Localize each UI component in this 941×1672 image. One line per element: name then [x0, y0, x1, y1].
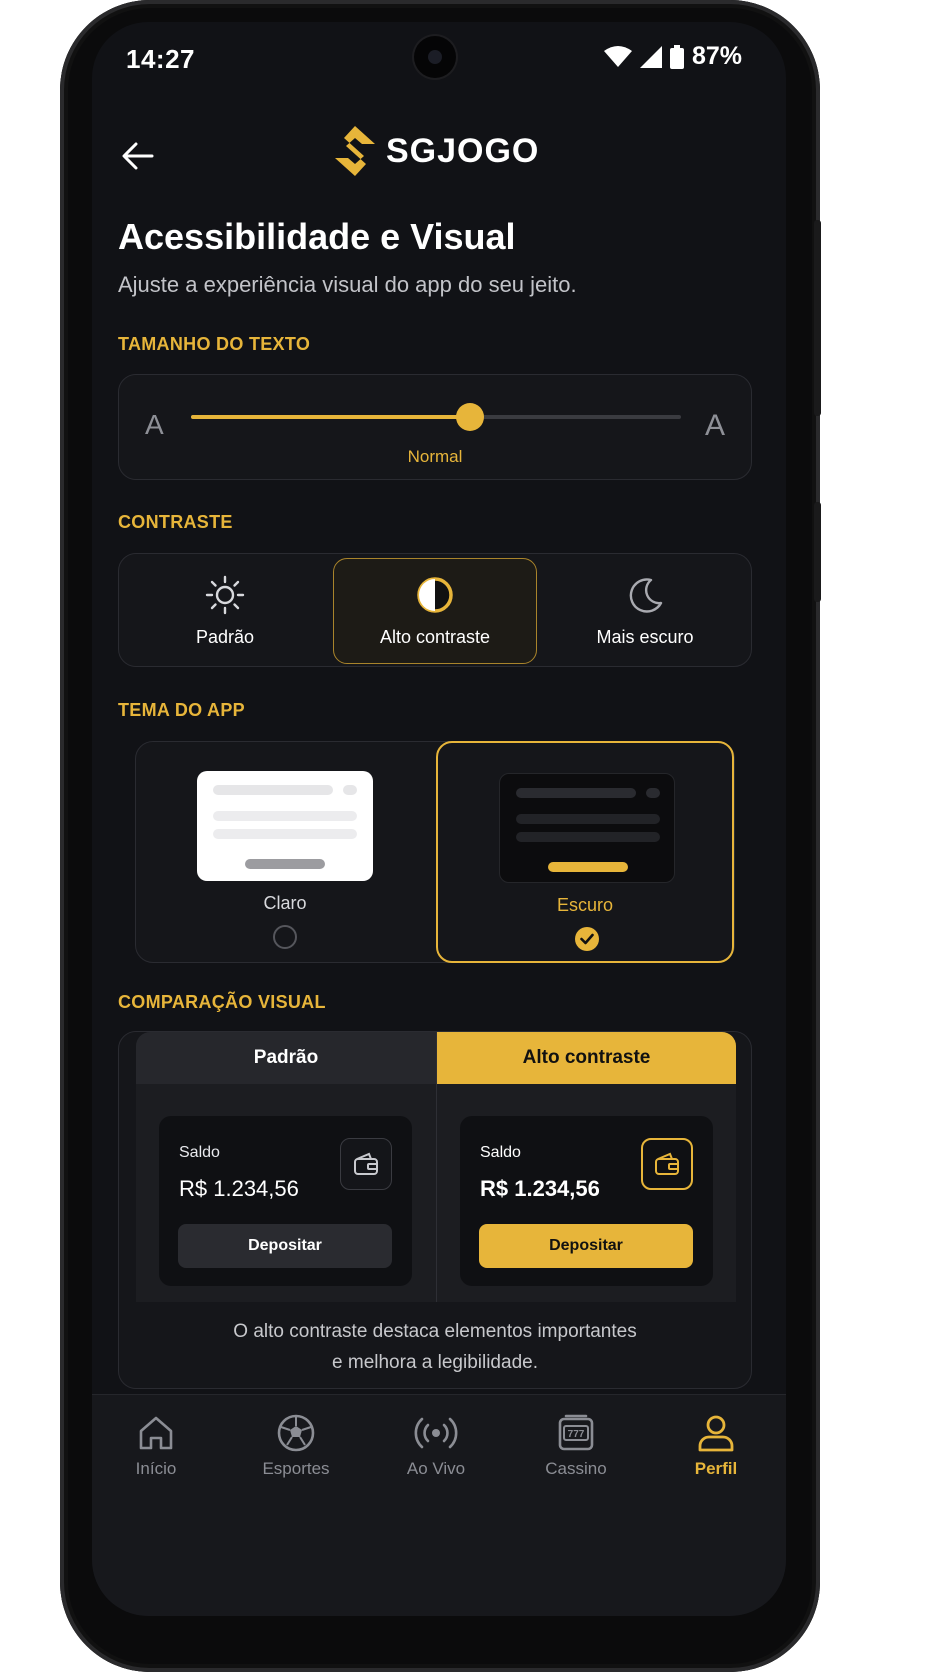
nav-item-label: Perfil — [694, 1459, 738, 1478]
nav-item-label: Início — [135, 1459, 177, 1478]
brand-name: SGJOGO — [386, 131, 540, 170]
comparison-panel-default: Padrão Saldo R$ 1.234,56 Depositar — [136, 1032, 436, 1302]
nav-item-perfil[interactable]: Perfil — [656, 1413, 776, 1479]
nav-item-label: Cassino — [545, 1459, 607, 1478]
nav-item-label: Ao Vivo — [406, 1459, 466, 1478]
balance-card-default: Saldo R$ 1.234,56 Depositar — [159, 1116, 412, 1286]
nav-item-esportes[interactable]: Esportes — [236, 1413, 356, 1479]
live-broadcast-icon — [414, 1417, 458, 1449]
bottom-navigation: Início Esportes Ao Vivo 777 Cassino Perf… — [92, 1394, 786, 1616]
slider-fill — [191, 415, 471, 419]
comparison-body: Saldo R$ 1.234,56 Depositar — [437, 1084, 736, 1302]
comparison-note-line: e melhora a legibilidade. — [332, 1352, 538, 1373]
balance-amount: R$ 1.234,56 — [179, 1176, 299, 1201]
sun-icon — [205, 575, 245, 614]
contrast-option-label: Padrão — [195, 626, 255, 647]
soccer-ball-icon — [277, 1414, 315, 1452]
status-icons: 87% — [603, 42, 742, 71]
status-time: 14:27 — [126, 44, 195, 74]
contrast-option-label: Mais escuro — [596, 626, 694, 647]
brand-logo: SGJOGO — [332, 124, 539, 178]
text-size-large-glyph: A — [704, 409, 725, 442]
power-button — [814, 502, 821, 602]
comparison-tab-high-contrast: Alto contraste — [437, 1032, 736, 1084]
signal-icon — [639, 45, 662, 68]
balance-card-high-contrast: Saldo R$ 1.234,56 Depositar — [460, 1116, 713, 1286]
theme-option-light[interactable]: Claro — [136, 741, 434, 963]
page-subtitle: Ajuste a experiência visual do app do se… — [118, 272, 577, 297]
sgjogo-logo-icon — [335, 126, 375, 176]
wifi-icon — [603, 45, 632, 67]
wallet-icon — [655, 1152, 679, 1175]
arrow-left-icon — [122, 142, 154, 170]
section-label-contrast: CONTRASTE — [118, 512, 233, 532]
comparison-note-line: O alto contraste destaca elementos impor… — [233, 1321, 637, 1342]
app-header: SGJOGO — [92, 116, 786, 196]
text-size-value: Normal — [407, 447, 463, 466]
user-icon — [698, 1415, 734, 1452]
slider-thumb[interactable] — [456, 403, 485, 431]
contrast-option-default[interactable]: Padrão — [123, 558, 327, 664]
half-circle-icon — [417, 576, 453, 613]
status-bar: 14:27 87% — [92, 22, 786, 94]
radio-unselected[interactable] — [273, 925, 297, 949]
deposit-button-high-contrast[interactable]: Depositar — [479, 1224, 693, 1268]
page-title: Acessibilidade e Visual — [118, 216, 516, 257]
wallet-icon-box — [641, 1138, 693, 1190]
check-icon — [580, 933, 594, 945]
radio-selected[interactable] — [575, 927, 599, 951]
wallet-icon — [354, 1152, 378, 1175]
light-theme-preview — [197, 771, 373, 881]
balance-amount: R$ 1.234,56 — [480, 1176, 600, 1201]
theme-selector: Claro Escuro — [135, 741, 735, 963]
nav-item-ao-vivo[interactable]: Ao Vivo — [376, 1413, 496, 1479]
text-size-small-glyph: A — [145, 409, 164, 440]
theme-option-label: Claro — [263, 893, 307, 913]
comparison-body: Saldo R$ 1.234,56 Depositar — [136, 1084, 436, 1302]
section-label-theme: TEMA DO APP — [118, 700, 245, 720]
battery-icon — [669, 44, 684, 69]
theme-option-dark[interactable]: Escuro — [436, 741, 734, 963]
home-icon — [139, 1416, 173, 1450]
comparison-tab-default: Padrão — [136, 1032, 436, 1084]
moon-icon — [629, 577, 663, 613]
contrast-selector: Padrão Alto contraste Mais escuro — [118, 553, 752, 667]
back-button[interactable] — [114, 132, 162, 180]
text-size-card: A A Normal — [118, 374, 752, 480]
front-camera — [414, 36, 456, 78]
nav-item-inicio[interactable]: Início — [96, 1413, 216, 1479]
balance-label: Saldo — [480, 1144, 521, 1161]
theme-option-label: Escuro — [556, 895, 614, 915]
comparison-note: O alto contraste destaca elementos impor… — [119, 1316, 751, 1378]
comparison-panel-high-contrast: Alto contraste Saldo R$ 1.234,56 Deposit… — [436, 1032, 736, 1302]
text-size-slider[interactable] — [191, 403, 681, 431]
contrast-option-high[interactable]: Alto contraste — [333, 558, 537, 664]
contrast-option-darker[interactable]: Mais escuro — [543, 558, 747, 664]
contrast-option-label: Alto contraste — [379, 626, 491, 647]
app-screen: 14:27 87% SGJOGO Acessibilidade e Visual… — [92, 22, 786, 1616]
svg-text:777: 777 — [568, 1429, 585, 1440]
dark-theme-preview — [499, 773, 675, 883]
wallet-icon-box — [340, 1138, 392, 1190]
volume-button — [814, 220, 821, 416]
battery-percent: 87% — [691, 42, 742, 70]
comparison-card: Padrão Saldo R$ 1.234,56 Depositar Alto … — [118, 1031, 752, 1389]
nav-item-label: Esportes — [262, 1459, 330, 1478]
deposit-button-default[interactable]: Depositar — [178, 1224, 392, 1268]
section-label-comparison: COMPARAÇÃO VISUAL — [118, 992, 326, 1012]
balance-label: Saldo — [179, 1144, 220, 1161]
nav-item-cassino[interactable]: 777 Cassino — [516, 1413, 636, 1479]
slot-machine-icon: 777 — [558, 1414, 594, 1451]
section-label-text-size: TAMANHO DO TEXTO — [118, 334, 311, 354]
